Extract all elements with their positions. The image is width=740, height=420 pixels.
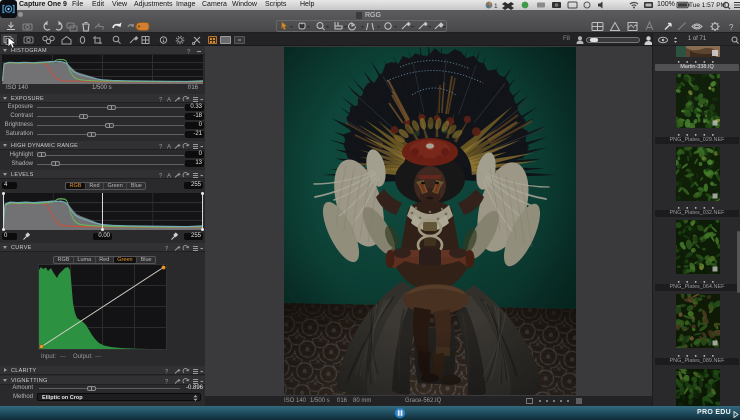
svg-text:?: ? xyxy=(165,379,169,385)
svg-text:?: ? xyxy=(159,144,163,150)
svg-text:?: ? xyxy=(187,49,191,55)
svg-text:A: A xyxy=(167,144,171,150)
svg-text:A: A xyxy=(167,97,171,103)
svg-text:?: ? xyxy=(159,97,163,103)
svg-text:A: A xyxy=(167,173,171,179)
svg-text:?: ? xyxy=(165,246,169,252)
svg-text:?: ? xyxy=(165,369,169,375)
svg-text:1: 1 xyxy=(494,3,498,10)
svg-text:?: ? xyxy=(729,23,734,32)
svg-text:?: ? xyxy=(159,173,163,179)
